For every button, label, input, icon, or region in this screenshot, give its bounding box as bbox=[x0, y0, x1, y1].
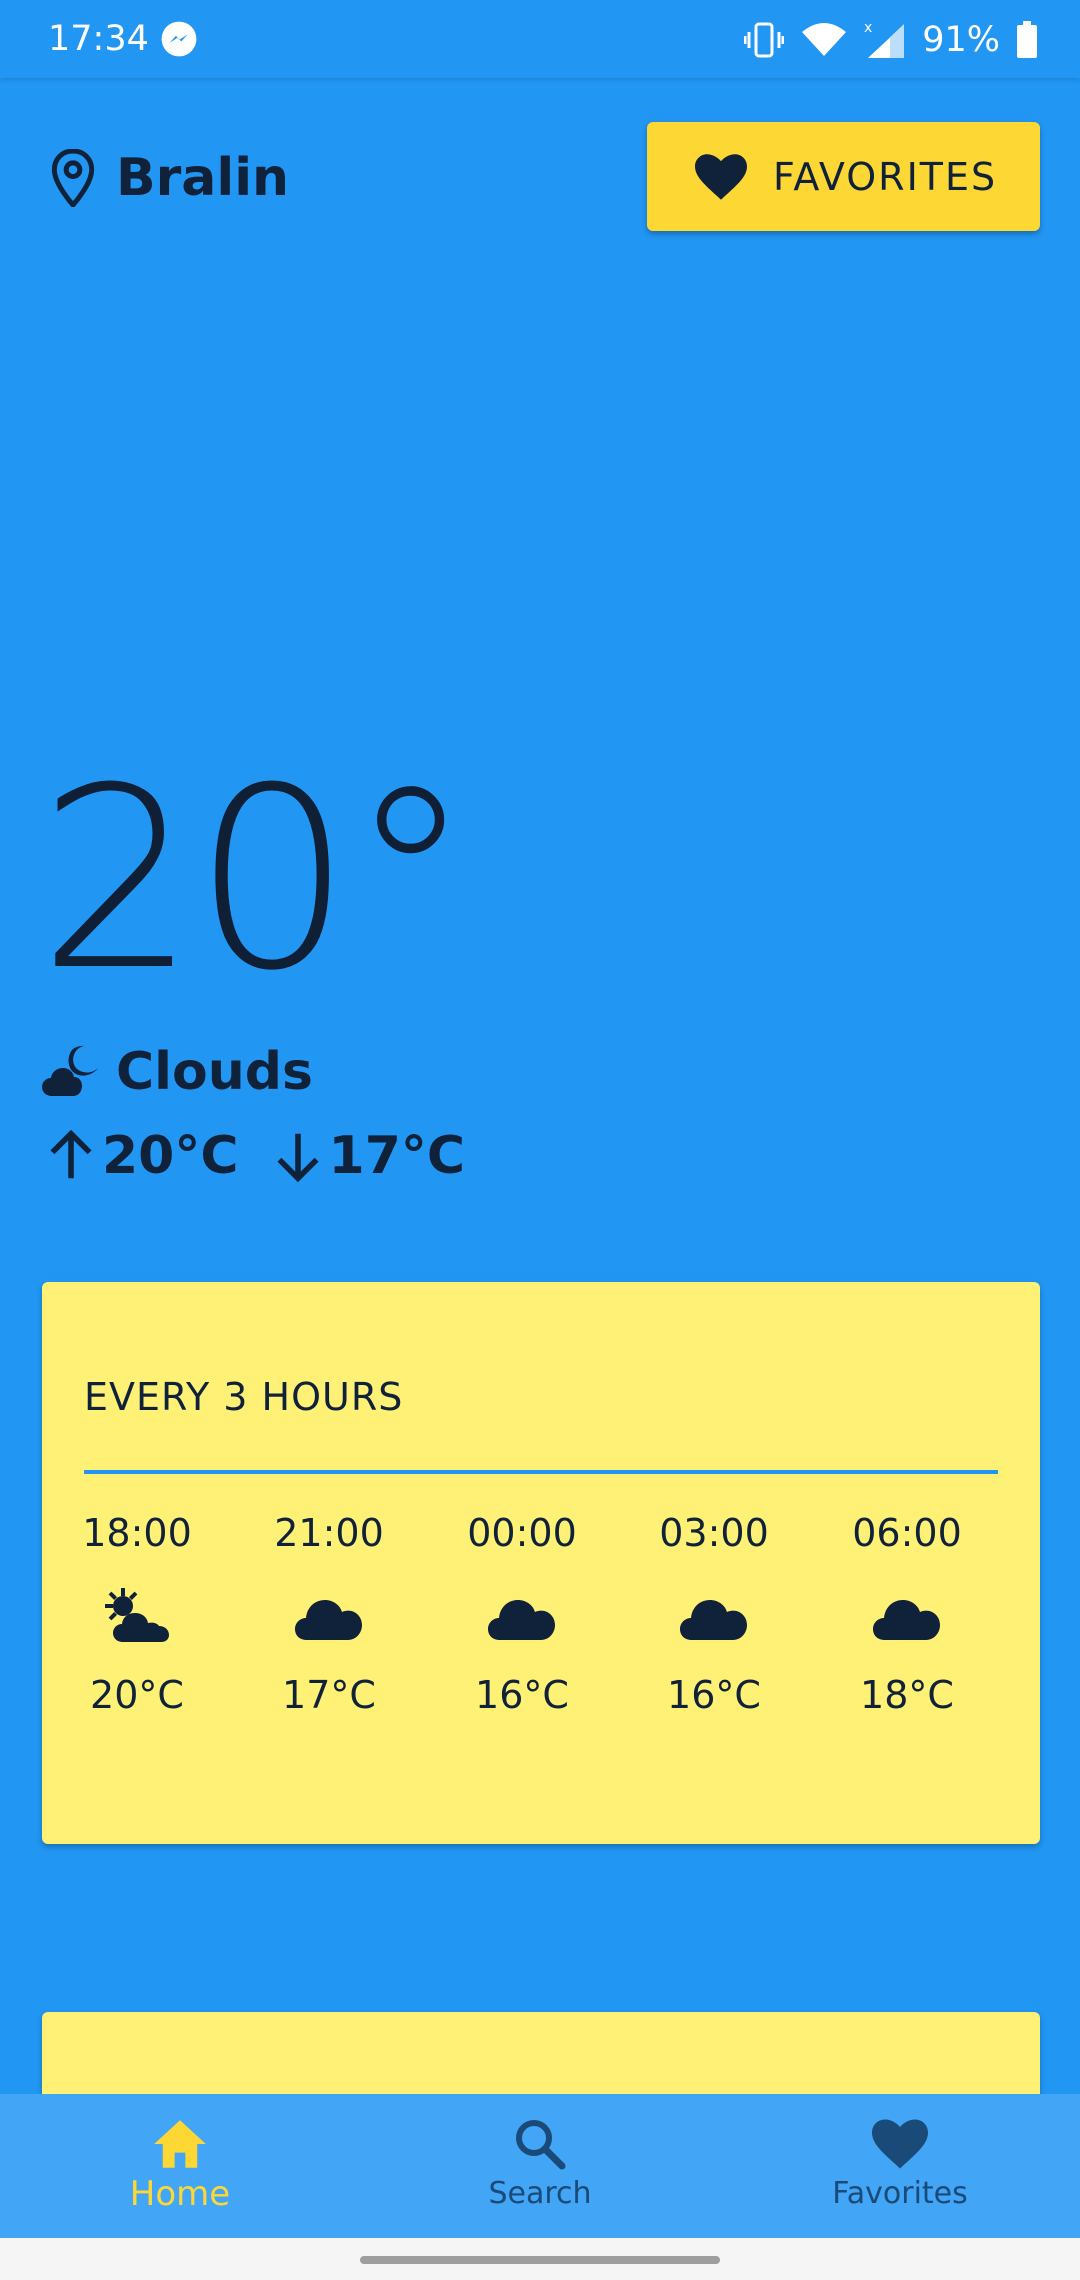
cloud-icon bbox=[488, 1600, 555, 1640]
forecast-item: 18:00 20°C bbox=[42, 1510, 232, 1718]
nav-favorites[interactable]: Favorites bbox=[750, 2094, 1050, 2238]
signal-icon: x bbox=[864, 20, 905, 58]
forecast-time: 03:00 bbox=[659, 1511, 769, 1555]
arrow-down-icon bbox=[276, 1133, 319, 1182]
location-pin-icon bbox=[51, 149, 95, 207]
forecast-divider bbox=[84, 1470, 998, 1474]
cloud-icon bbox=[680, 1600, 747, 1640]
forecast-item: 06:00 18°C bbox=[812, 1510, 1002, 1718]
search-icon bbox=[516, 2120, 566, 2170]
forecast-item: 03:00 16°C bbox=[619, 1510, 809, 1718]
forecast-time: 21:00 bbox=[274, 1511, 384, 1555]
status-icons: x 91% bbox=[744, 16, 1038, 64]
status-time: 17:34 bbox=[48, 19, 149, 59]
forecast-time: 18:00 bbox=[82, 1511, 192, 1555]
nav-home[interactable]: Home bbox=[30, 2094, 330, 2238]
home-icon bbox=[154, 2120, 206, 2168]
svg-text:x: x bbox=[864, 20, 872, 36]
forecast-time: 00:00 bbox=[467, 1511, 577, 1555]
status-bar: 17:34 x 91% bbox=[0, 0, 1080, 78]
heart-icon bbox=[872, 2119, 928, 2169]
cloud-sun-icon bbox=[105, 1588, 169, 1642]
forecast-item: 00:00 16°C bbox=[427, 1510, 617, 1718]
home-indicator[interactable] bbox=[360, 2256, 720, 2264]
messenger-icon bbox=[161, 21, 197, 57]
forecast-list: 18:00 20°C 21:00 17°C 00:00 16°C 03:00 1… bbox=[82, 1510, 998, 1770]
forecast-card: EVERY 3 HOURS 18:00 20°C 21:00 17°C 00:0… bbox=[42, 1282, 1040, 1844]
cloud-icon bbox=[873, 1600, 940, 1640]
forecast-temp: 16°C bbox=[475, 1673, 569, 1717]
cloud-icon bbox=[295, 1600, 362, 1640]
forecast-temp: 17°C bbox=[282, 1673, 376, 1717]
nav-favorites-label: Favorites bbox=[832, 2176, 968, 2211]
max-temperature: 20°C bbox=[102, 1126, 239, 1186]
condition-text: Clouds bbox=[116, 1042, 313, 1102]
system-navigation-bar bbox=[0, 2238, 1080, 2280]
favorites-button-label: FAVORITES bbox=[773, 154, 998, 199]
location: Bralin bbox=[48, 145, 289, 211]
arrow-up-icon bbox=[50, 1130, 92, 1179]
forecast-temp: 18°C bbox=[860, 1673, 954, 1717]
battery-percent: 91% bbox=[922, 20, 1000, 60]
current-condition: Clouds bbox=[42, 1040, 313, 1104]
battery-icon bbox=[1017, 21, 1037, 58]
min-max-temperature: 20°C 17°C bbox=[48, 1124, 465, 1188]
vibrate-icon bbox=[744, 22, 785, 58]
nav-search[interactable]: Search bbox=[390, 2094, 690, 2238]
wifi-icon bbox=[802, 23, 847, 56]
current-temperature: 20° bbox=[38, 734, 473, 1025]
nav-search-label: Search bbox=[488, 2176, 592, 2211]
favorites-button[interactable]: FAVORITES bbox=[647, 122, 1040, 231]
bottom-navigation: Home Search Favorites bbox=[0, 2094, 1080, 2238]
min-temperature: 17°C bbox=[328, 1126, 466, 1186]
forecast-time: 06:00 bbox=[852, 1511, 962, 1555]
forecast-item: 21:00 17°C bbox=[234, 1510, 424, 1718]
heart-icon bbox=[695, 153, 747, 200]
forecast-temp: 20°C bbox=[90, 1673, 184, 1717]
cloud-moon-icon bbox=[42, 1045, 98, 1096]
location-name: Bralin bbox=[116, 148, 290, 208]
forecast-title: EVERY 3 HOURS bbox=[84, 1375, 404, 1419]
forecast-temp: 16°C bbox=[667, 1673, 761, 1717]
nav-home-label: Home bbox=[129, 2174, 231, 2214]
